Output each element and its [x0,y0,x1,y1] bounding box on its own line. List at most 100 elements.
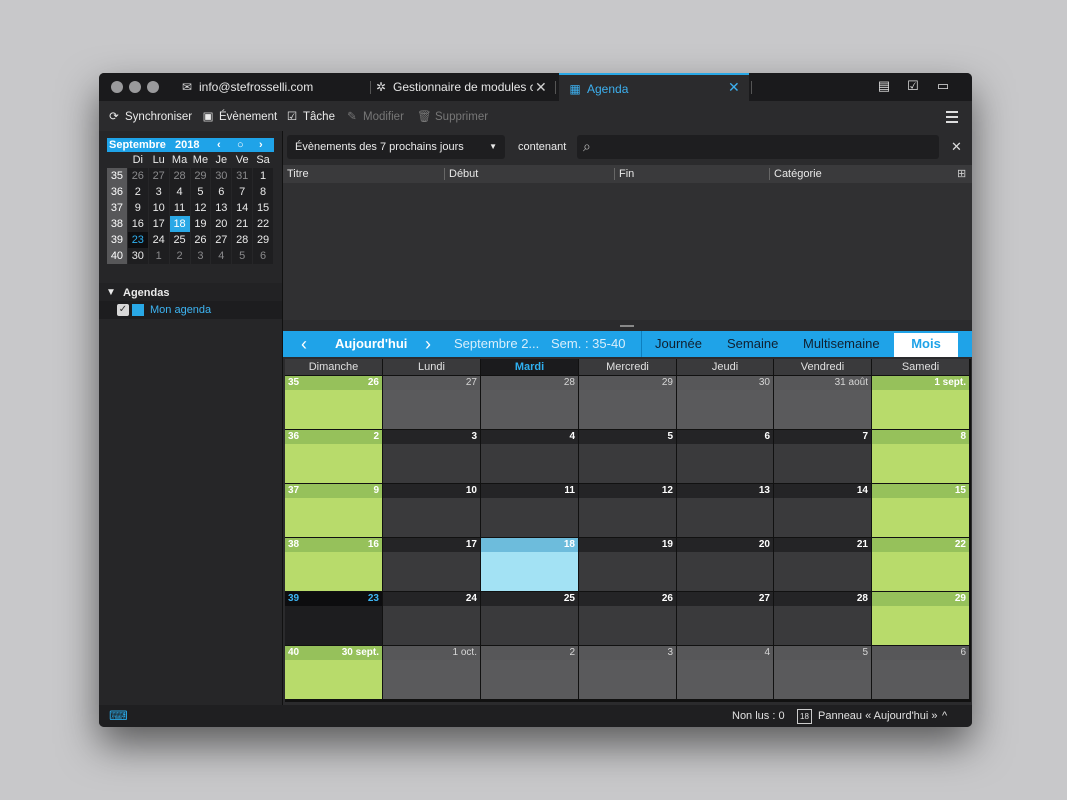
month-day-cell[interactable]: 5 [579,430,676,483]
week-number-label[interactable]: 36 [288,430,299,444]
mini-calendar-day[interactable]: 2 [127,184,148,200]
nav-prev-icon[interactable]: ‹ [301,331,307,357]
month-day-cell[interactable]: 6 [677,430,773,483]
nav-next-icon[interactable]: › [425,331,431,357]
mini-calendar-day[interactable]: 31 [232,168,253,184]
month-day-cell[interactable]: 30 [677,376,773,429]
mini-calendar-day[interactable]: 1 [148,248,169,264]
month-day-cell[interactable]: 3 [579,646,676,699]
online-status-icon[interactable]: ⌨ [109,705,128,727]
mini-calendar-day[interactable]: 24 [148,232,169,248]
month-day-cell[interactable]: 5 [774,646,871,699]
address-book-icon[interactable]: ▭ [935,78,951,94]
calendar-mode-icon[interactable]: ▤ [876,78,892,94]
tab-addons[interactable]: ✲ Gestionnaire de modules co [373,73,533,101]
mini-calendar-day[interactable]: 29 [253,232,273,248]
week-number-label[interactable]: 40 [288,646,299,660]
month-day-cell[interactable]: 31 août [774,376,871,429]
delete-button[interactable]: 🗑 Supprimer [417,109,488,123]
today-pane-toggle[interactable]: Panneau « Aujourd'hui » [818,705,938,727]
new-task-button[interactable]: ☑ Tâche [285,109,335,123]
week-number-label[interactable]: 39 [288,592,299,606]
new-event-button[interactable]: ▣ Évènement [201,109,278,123]
mini-calendar-day[interactable]: 18 [169,216,190,232]
month-day-cell[interactable]: 4 [677,646,773,699]
mini-calendar-day[interactable]: 11 [169,200,190,216]
mini-calendar-day[interactable]: 19 [190,216,211,232]
mini-calendar-day[interactable]: 2 [169,248,190,264]
mini-calendar-day[interactable]: 4 [169,184,190,200]
mini-calendar-day[interactable]: 6 [211,184,232,200]
mini-calendar-day[interactable]: 14 [232,200,253,216]
tab-agenda[interactable]: ▦ Agenda [559,73,749,101]
month-day-cell[interactable]: 29 [579,376,676,429]
mini-calendar-day[interactable]: 5 [190,184,211,200]
minimize-window-button[interactable] [129,81,141,93]
mini-calendar-day[interactable]: 6 [253,248,273,264]
mini-calendar-day[interactable]: 17 [148,216,169,232]
mini-calendar-day[interactable]: 20 [211,216,232,232]
month-day-cell[interactable]: 12 [579,484,676,537]
mini-calendar-day[interactable]: 9 [127,200,148,216]
week-number-label[interactable]: 35 [288,376,299,390]
view-tab-week[interactable]: Semaine [727,331,778,357]
mini-calendar-day[interactable]: 30 [127,248,148,264]
event-filter-select[interactable]: Évènements des 7 prochains jours ▼ [287,135,505,159]
month-day-cell[interactable]: 8 [872,430,969,483]
mini-calendar-month[interactable]: Septembre [109,138,166,152]
month-day-cell[interactable]: 13 [677,484,773,537]
mini-calendar-day[interactable]: 25 [169,232,190,248]
mini-calendar-day[interactable]: 8 [253,184,273,200]
month-day-cell[interactable]: 27 [383,376,480,429]
mini-calendar-day[interactable]: 3 [148,184,169,200]
mini-calendar-day[interactable]: 26 [127,168,148,184]
column-title[interactable]: Titre [287,165,309,183]
tab-mail[interactable]: ✉ info@stefrosselli.com [179,73,369,101]
month-day-cell[interactable]: 21 [774,538,871,591]
mini-calendar-day[interactable]: 1 [253,168,273,184]
month-day-cell[interactable]: 35 26 [285,376,382,429]
month-day-cell[interactable]: 38 16 [285,538,382,591]
agenda-item-mon-agenda[interactable]: ✓ Mon agenda [99,301,282,319]
mini-calendar-day[interactable]: 7 [232,184,253,200]
month-day-cell[interactable]: 1 sept. [872,376,969,429]
mini-calendar-prev-icon[interactable]: ‹ [217,138,221,152]
month-day-cell[interactable]: 11 [481,484,578,537]
mini-calendar-day[interactable]: 28 [169,168,190,184]
view-tab-multiweek[interactable]: Multisemaine [803,331,880,357]
zoom-window-button[interactable] [147,81,159,93]
month-day-cell[interactable]: 27 [677,592,773,645]
mini-calendar-day[interactable]: 27 [211,232,232,248]
mini-calendar-day[interactable]: 23 [127,232,148,248]
mini-calendar-day[interactable]: 28 [232,232,253,248]
mini-calendar-day[interactable]: 4 [211,248,232,264]
month-day-cell[interactable]: 22 [872,538,969,591]
month-day-cell[interactable]: 26 [579,592,676,645]
month-day-cell[interactable]: 20 [677,538,773,591]
month-day-cell[interactable]: 18 [481,538,578,591]
month-day-cell[interactable]: 10 [383,484,480,537]
mini-calendar-day[interactable]: 10 [148,200,169,216]
month-day-cell[interactable]: 14 [774,484,871,537]
collapse-triangle-icon[interactable]: ▼ [106,283,116,303]
agendas-header[interactable]: ▼ Agendas [99,283,282,303]
month-day-cell[interactable]: 17 [383,538,480,591]
mini-calendar-today-icon[interactable]: ○ [237,138,244,152]
sync-button[interactable]: ⟳ Synchroniser [107,109,192,123]
column-picker-icon[interactable]: ⊞ [957,165,966,183]
month-day-cell[interactable]: 2 [481,646,578,699]
mini-calendar-day[interactable]: 30 [211,168,232,184]
nav-today-button[interactable]: Aujourd'hui [335,331,407,357]
close-search-icon[interactable]: ✕ [951,139,962,155]
mini-calendar-day[interactable]: 12 [190,200,211,216]
mini-calendar-day[interactable]: 22 [253,216,273,232]
month-day-cell[interactable]: 28 [481,376,578,429]
month-day-cell[interactable]: 19 [579,538,676,591]
splitter-handle[interactable] [620,325,634,327]
month-day-cell[interactable]: 7 [774,430,871,483]
mini-calendar-day[interactable]: 16 [127,216,148,232]
column-end[interactable]: Fin [619,165,634,183]
view-tab-month[interactable]: Mois [894,331,958,357]
month-day-cell[interactable]: 4 [481,430,578,483]
week-number-label[interactable]: 37 [288,484,299,498]
